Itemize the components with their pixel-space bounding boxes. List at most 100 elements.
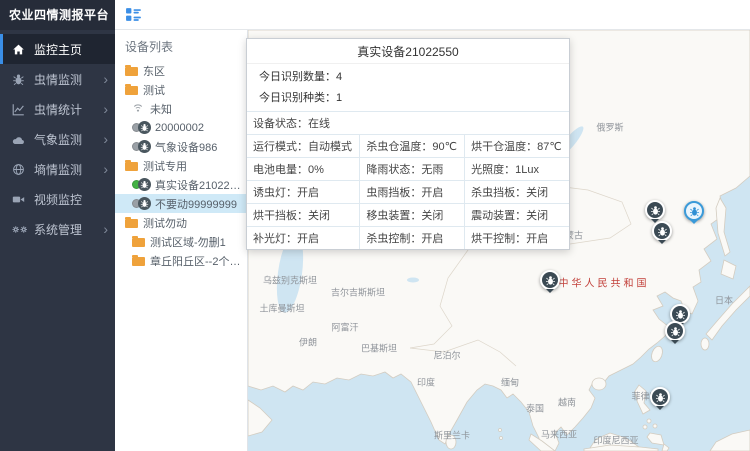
- tree-item-label: 不要动99999999: [155, 196, 237, 212]
- device-marker[interactable]: [540, 270, 560, 297]
- chevron-right-icon: ›: [103, 162, 108, 176]
- sidebar-item-3[interactable]: 气象监测›: [0, 124, 115, 154]
- sidebar-item-2[interactable]: 虫情统计›: [0, 94, 115, 124]
- popup-status-cell: 运行模式：自动模式: [247, 135, 360, 158]
- device-marker[interactable]: [652, 221, 672, 248]
- tree-folder-8[interactable]: 测试勿动: [115, 213, 247, 232]
- folder-icon: [125, 219, 138, 228]
- app-title: 农业四情测报平台: [0, 0, 115, 30]
- tree-item-label: 测试区域-勿删1: [150, 234, 226, 250]
- popup-stat-lines: 今日识别数量：4今日识别种类：1: [247, 64, 569, 106]
- marker-pointer: [690, 220, 698, 228]
- sidebar-item-label: 视频监控: [34, 191, 108, 208]
- tree-device-3[interactable]: 20000002: [115, 118, 247, 137]
- sidebar-item-label: 系统管理: [34, 221, 103, 238]
- device-status-icon: [132, 140, 151, 153]
- folder-icon: [125, 162, 138, 171]
- signal-icon: [132, 102, 146, 115]
- sidebar-item-0[interactable]: 监控主页: [0, 34, 115, 64]
- popup-status-cell: 震动装置：关闭: [465, 204, 569, 227]
- popup-status-cell: 补光灯：开启: [247, 227, 360, 250]
- device-marker[interactable]: [650, 387, 670, 414]
- home-icon: [12, 42, 27, 56]
- tree-item-label: 未知: [150, 101, 172, 117]
- popup-status-cell: 杀虫仓温度：90℃: [360, 135, 465, 158]
- marker-pointer: [656, 406, 664, 414]
- sidebar-menu: 监控主页虫情监测›虫情统计›气象监测›墒情监测›视频监控系统管理›: [0, 30, 115, 244]
- popup-status-cell: 杀虫挡板：关闭: [465, 181, 569, 204]
- marker-pointer: [671, 340, 679, 348]
- chevron-right-icon: ›: [103, 132, 108, 146]
- tree-folder-5[interactable]: 测试专用: [115, 156, 247, 175]
- popup-header: 真实设备21022550: [247, 39, 569, 64]
- folder-icon: [125, 67, 138, 76]
- marker-pointer: [546, 289, 554, 297]
- video-icon: [12, 192, 27, 206]
- device-popup: 真实设备21022550 今日识别数量：4今日识别种类：1 设备状态：在线运行模…: [246, 38, 570, 250]
- chevron-right-icon: ›: [103, 102, 108, 116]
- sidebar: 农业四情测报平台 监控主页虫情监测›虫情统计›气象监测›墒情监测›视频监控系统管…: [0, 0, 115, 451]
- insect-marker-icon: [684, 201, 704, 221]
- bug-icon: [12, 72, 27, 86]
- popup-stat-line-0: 今日识别数量：4: [247, 64, 569, 85]
- popup-status-cell: 诱虫灯：开启: [247, 181, 360, 204]
- tree-item-label: 测试勿动: [143, 215, 187, 231]
- insect-marker-icon: [540, 270, 560, 290]
- globe-icon: [12, 162, 27, 176]
- topbar: [115, 0, 750, 30]
- tree-device-7[interactable]: 不要动99999999: [115, 194, 247, 213]
- popup-status-cell: 烘干控制：开启: [465, 227, 569, 250]
- chart-icon: [12, 102, 27, 116]
- tree-folder-9[interactable]: 测试区域-勿删1: [115, 232, 247, 251]
- tree-item-label: 真实设备21022550: [155, 177, 244, 193]
- popup-status-cell: 光照度：1Lux: [465, 158, 569, 181]
- popup-status-cell: 虫雨挡板：开启: [360, 181, 465, 204]
- popup-status-cell: 移虫装置：关闭: [360, 204, 465, 227]
- sidebar-item-4[interactable]: 墒情监测›: [0, 154, 115, 184]
- sidebar-item-label: 监控主页: [34, 41, 108, 58]
- gear-icon: [12, 222, 27, 236]
- folder-icon: [132, 238, 145, 247]
- tree-device-6[interactable]: 真实设备21022550: [115, 175, 247, 194]
- insect-marker-icon: [665, 321, 685, 341]
- device-status-icon: [132, 121, 151, 134]
- device-status-icon: [132, 197, 151, 210]
- popup-stat-line-1: 今日识别种类：1: [247, 85, 569, 106]
- tree-item-label: 气象设备986: [155, 139, 217, 155]
- tree-device-4[interactable]: 气象设备986: [115, 137, 247, 156]
- device-status-icon: [132, 178, 151, 191]
- tree-device-2[interactable]: 未知: [115, 99, 247, 118]
- popup-status-table: 设备状态：在线运行模式：自动模式杀虫仓温度：90℃烘干仓温度：87℃电池电量：0…: [247, 111, 569, 249]
- layout-list-icon[interactable]: [125, 6, 142, 23]
- insect-device-icon: [138, 121, 151, 134]
- tree-folder-1[interactable]: 测试: [115, 80, 247, 99]
- popup-device-status: 设备状态：在线: [247, 112, 569, 135]
- cloud-icon: [12, 132, 27, 146]
- sidebar-item-label: 气象监测: [34, 131, 103, 148]
- sidebar-item-6[interactable]: 系统管理›: [0, 214, 115, 244]
- popup-status-tbody: 设备状态：在线运行模式：自动模式杀虫仓温度：90℃烘干仓温度：87℃电池电量：0…: [247, 112, 569, 250]
- tree-folder-10[interactable]: 章丘阳丘区--2个摄像头: [115, 251, 247, 270]
- tree-item-label: 章丘阳丘区--2个摄像头: [150, 253, 244, 269]
- insect-device-icon: [138, 178, 151, 191]
- marker-pointer: [658, 240, 666, 248]
- tree-folder-0[interactable]: 东区: [115, 61, 247, 80]
- popup-status-cell: 杀虫控制：开启: [360, 227, 465, 250]
- chevron-right-icon: ›: [103, 222, 108, 236]
- device-marker[interactable]: [665, 321, 685, 348]
- sidebar-item-label: 虫情监测: [34, 71, 103, 88]
- popup-status-cell: 烘干挡板：关闭: [247, 204, 360, 227]
- sidebar-item-label: 墒情监测: [34, 161, 103, 178]
- device-panel-title: 设备列表: [115, 30, 247, 61]
- insect-device-icon: [138, 197, 151, 210]
- sidebar-item-1[interactable]: 虫情监测›: [0, 64, 115, 94]
- folder-icon: [125, 86, 138, 95]
- tree-item-label: 20000002: [155, 122, 204, 134]
- popup-device-title: 真实设备21022550: [357, 43, 458, 60]
- tree-item-label: 测试专用: [143, 158, 187, 174]
- device-marker[interactable]: [684, 201, 704, 228]
- popup-status-cell: 烘干仓温度：87℃: [465, 135, 569, 158]
- tree-item-label: 测试: [143, 82, 165, 98]
- sidebar-item-5[interactable]: 视频监控: [0, 184, 115, 214]
- sidebar-item-label: 虫情统计: [34, 101, 103, 118]
